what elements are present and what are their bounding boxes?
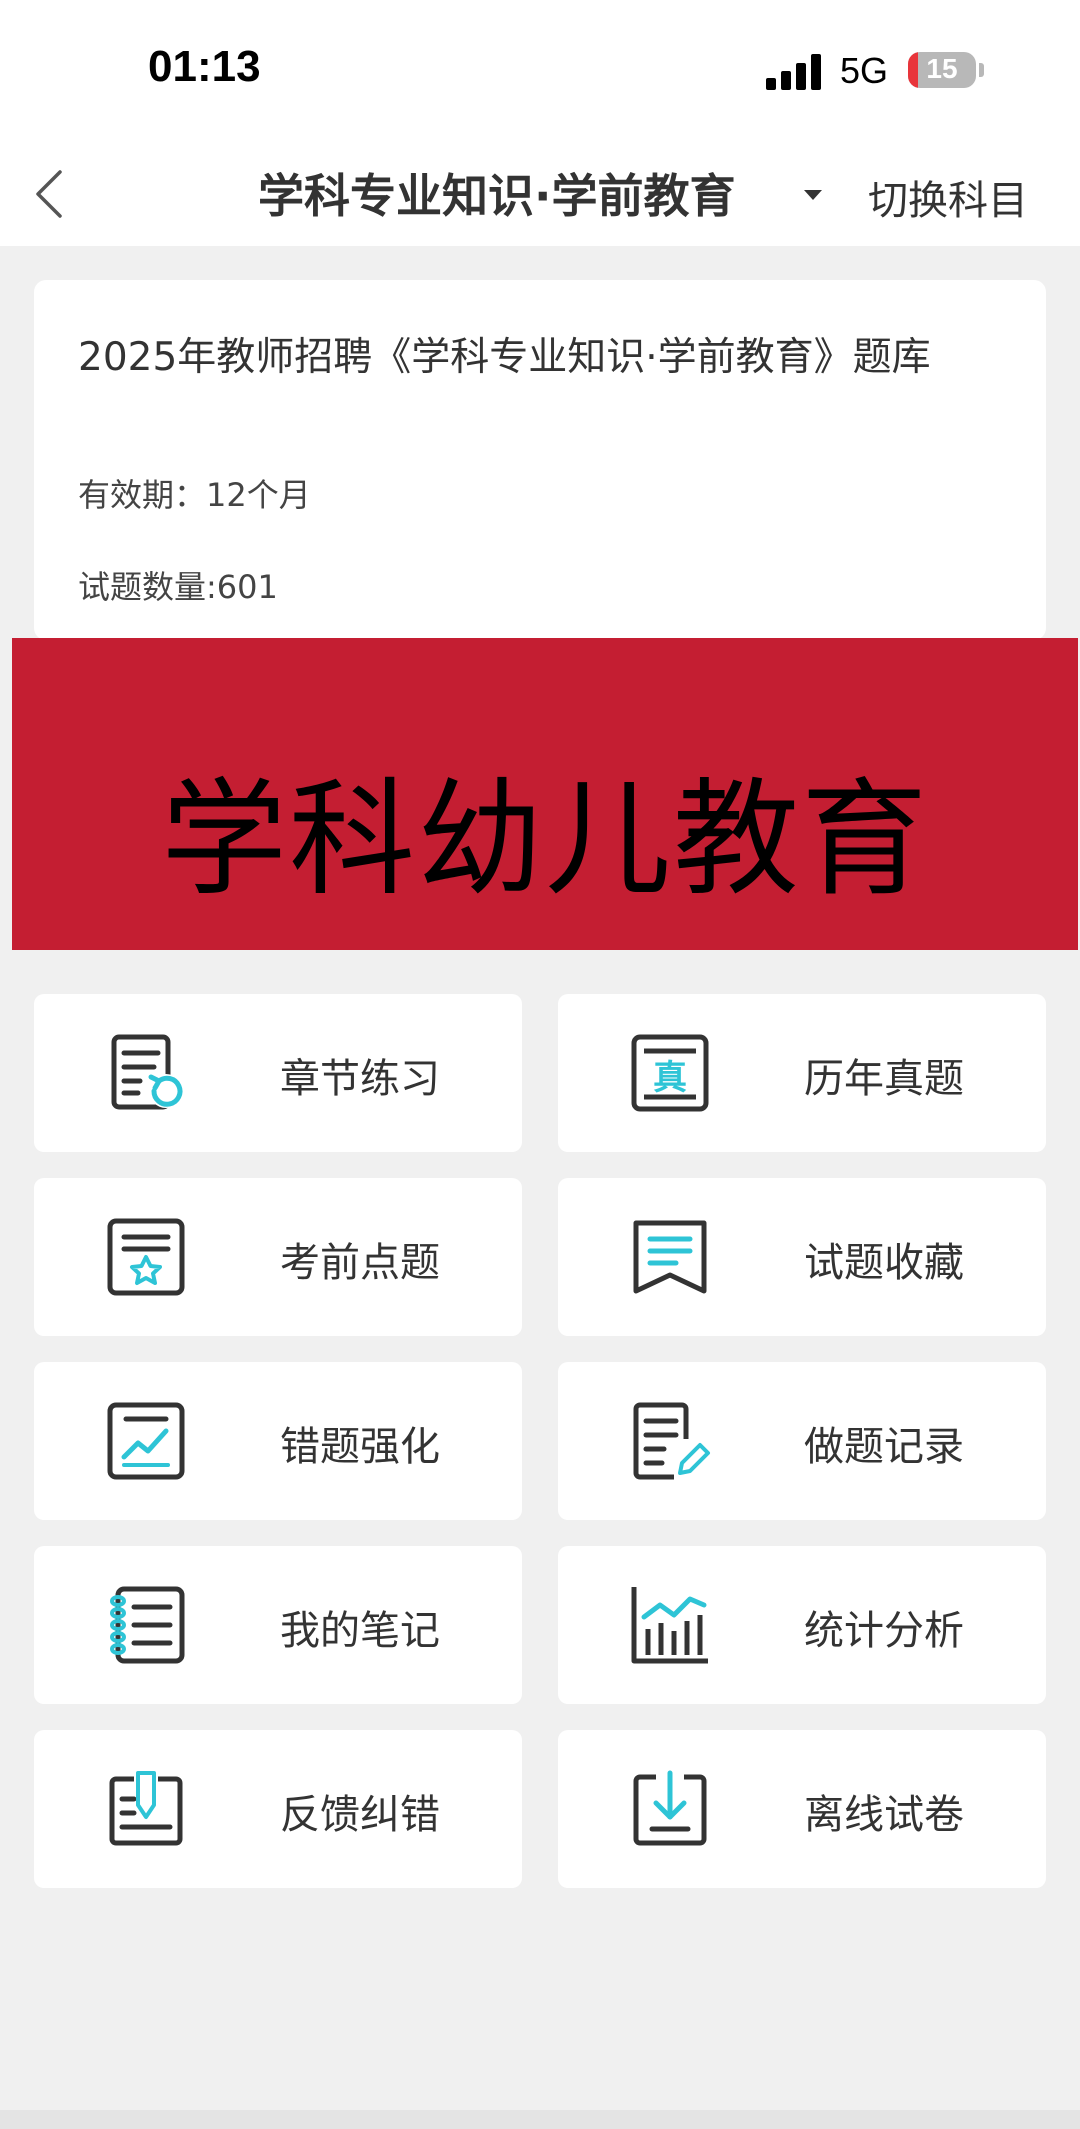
network-type: 5G: [840, 50, 889, 91]
subject-banner: 学科幼儿教育: [12, 638, 1078, 950]
signal-icon: [766, 54, 824, 90]
switch-subject-button[interactable]: 切换科目: [868, 168, 1028, 226]
menu-label: 反馈纠错: [280, 1792, 440, 1838]
menu-tile-pre-exam[interactable]: 考前点题: [34, 1178, 522, 1336]
menu-tile-past-exams[interactable]: 真 历年真题: [558, 994, 1046, 1152]
back-button[interactable]: [22, 162, 82, 222]
banner-text: 学科幼儿教育: [161, 766, 929, 913]
feedback-pen-icon: [109, 1771, 183, 1846]
menu-label: 统计分析: [804, 1608, 964, 1654]
battery-level: 15: [926, 53, 958, 84]
menu-label: 考前点题: [280, 1240, 440, 1286]
download-icon: [633, 1770, 707, 1846]
pre-exam-star-icon: [107, 1218, 185, 1296]
wrong-answer-chart-icon: [107, 1402, 185, 1480]
status-bar: 01:13 5G 15: [0, 0, 1080, 140]
bottom-divider: [0, 2110, 1080, 2129]
past-exam-icon: 真: [631, 1034, 709, 1112]
menu-label: 离线试卷: [804, 1792, 964, 1838]
menu-tile-records[interactable]: 做题记录: [558, 1362, 1046, 1520]
bookmark-icon: [633, 1220, 707, 1294]
menu-tile-feedback[interactable]: 反馈纠错: [34, 1730, 522, 1888]
menu-tile-wrong-answers[interactable]: 错题强化: [34, 1362, 522, 1520]
menu-label: 我的笔记: [280, 1608, 440, 1654]
nav-bar: 学科专业知识·学前教育 切换科目: [0, 140, 1080, 246]
battery-tip: [979, 63, 984, 77]
validity-period: 有效期：12个月: [78, 476, 311, 514]
menu-label: 历年真题: [804, 1056, 964, 1102]
menu-label: 做题记录: [804, 1424, 964, 1470]
menu-tile-statistics[interactable]: 统计分析: [558, 1546, 1046, 1704]
question-bank-card: 2025年教师招聘《学科专业知识·学前教育》题库 有效期：12个月 试题数量:6…: [34, 280, 1046, 640]
chapter-practice-icon: [111, 1034, 183, 1110]
svg-text:真: 真: [653, 1058, 687, 1098]
battery-icon: 15: [908, 52, 976, 88]
caret-down-icon[interactable]: [804, 190, 822, 200]
status-time: 01:13: [148, 42, 261, 91]
menu-tile-chapter-practice[interactable]: 章节练习: [34, 994, 522, 1152]
notebook-icon: [110, 1586, 185, 1664]
record-edit-icon: [633, 1402, 710, 1480]
statistics-icon: [631, 1587, 708, 1664]
menu-tile-notes[interactable]: 我的笔记: [34, 1546, 522, 1704]
question-count: 试题数量:601: [78, 568, 278, 606]
menu-label: 错题强化: [280, 1424, 440, 1470]
menu-tile-favorites[interactable]: 试题收藏: [558, 1178, 1046, 1336]
subject-title[interactable]: 学科专业知识·学前教育: [258, 160, 735, 226]
chevron-left-icon: [36, 170, 62, 218]
menu-label: 章节练习: [280, 1056, 440, 1102]
menu-tile-offline-papers[interactable]: 离线试卷: [558, 1730, 1046, 1888]
question-bank-title: 2025年教师招聘《学科专业知识·学前教育》题库: [78, 335, 931, 380]
menu-label: 试题收藏: [804, 1240, 964, 1286]
